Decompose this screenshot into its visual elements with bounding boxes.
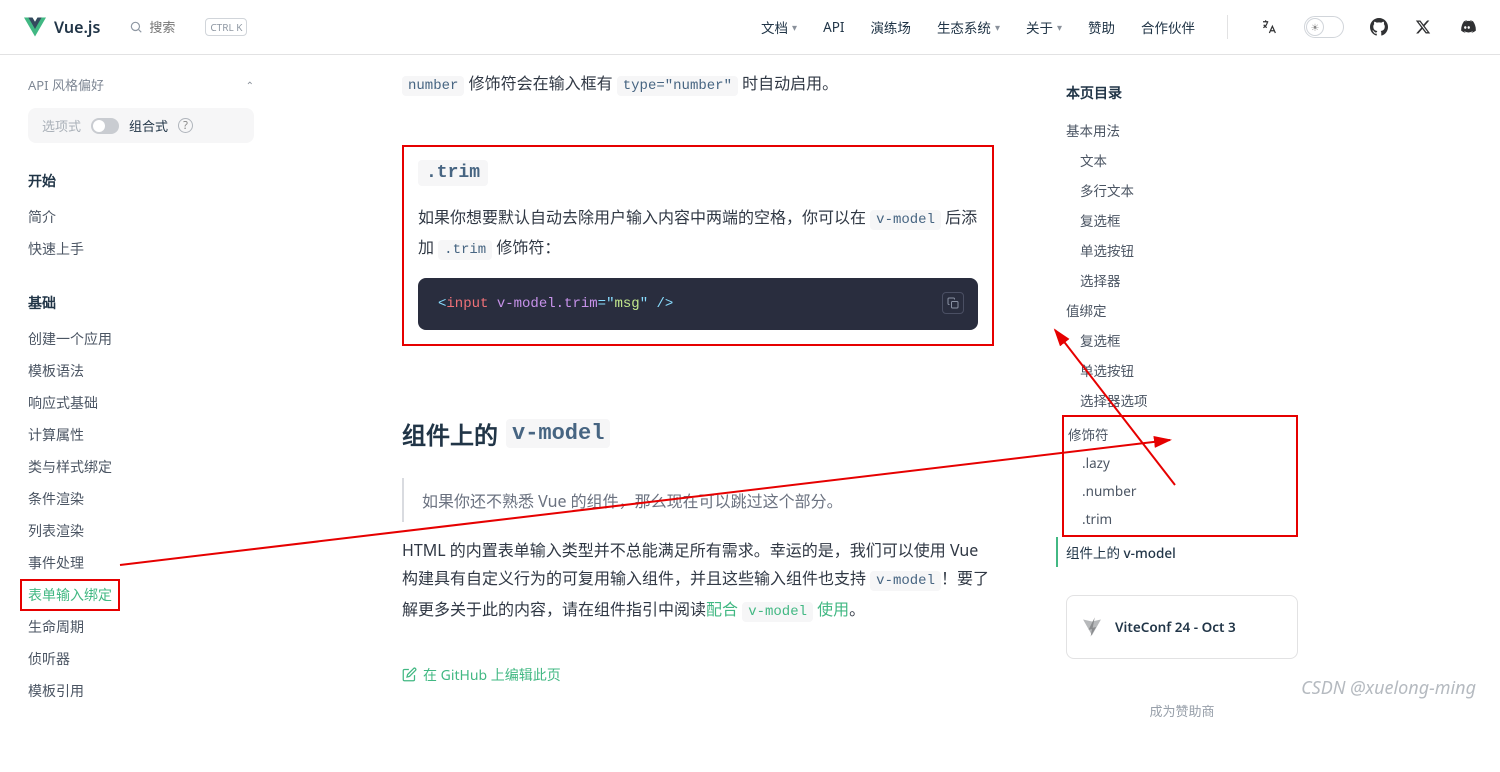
code-inline: type="number" xyxy=(617,76,738,96)
outline-link[interactable]: 选择器 xyxy=(1066,265,1298,295)
paragraph-number-modifier: number 修饰符会在输入框有 type="number" 时自动启用。 xyxy=(402,69,994,99)
paragraph-trim: 如果你想要默认自动去除用户输入内容中两端的空格，你可以在 v-model 后添加… xyxy=(418,203,978,263)
pref-composition-api[interactable]: 组合式 xyxy=(129,116,168,135)
api-preference-panel: 选项式 组合式 ? xyxy=(28,108,254,143)
outline-link[interactable]: 组件上的 v-model xyxy=(1056,537,1298,567)
nav-about[interactable]: 关于▾ xyxy=(1026,17,1062,37)
sidebar-item[interactable]: 类与样式绑定 xyxy=(28,451,254,483)
help-icon[interactable]: ? xyxy=(178,118,193,133)
code-inline: number xyxy=(402,76,464,96)
sidebar-item[interactable]: 事件处理 xyxy=(28,547,254,579)
nav-playground[interactable]: 演练场 xyxy=(870,17,911,37)
sidebar-item[interactable]: 列表渲染 xyxy=(28,515,254,547)
outline-link[interactable]: 值绑定 xyxy=(1066,295,1298,325)
outline-link[interactable]: 选择器选项 xyxy=(1066,385,1298,415)
heading-component-vmodel: 组件上的 v-model xyxy=(402,416,994,452)
outline-link[interactable]: .lazy xyxy=(1068,449,1292,477)
outline-link[interactable]: 基本用法 xyxy=(1066,115,1298,145)
code-block: <input v-model.trim="msg" /> xyxy=(418,278,978,330)
sidebar-item[interactable]: 条件渲染 xyxy=(28,483,254,515)
copy-icon[interactable] xyxy=(942,292,964,314)
code-inline: v-model xyxy=(506,419,610,448)
sidebar-item[interactable]: 生命周期 xyxy=(28,611,254,643)
annotation-box-trim: .trim 如果你想要默认自动去除用户输入内容中两端的空格，你可以在 v-mod… xyxy=(402,145,994,345)
content: number 修饰符会在输入框有 type="number" 时自动启用。 .t… xyxy=(282,55,1042,772)
sidebar: API 风格偏好 ⌃ 选项式 组合式 ? 开始 简介 快速上手 基础 创建一个应… xyxy=(0,55,282,714)
search-icon xyxy=(129,20,143,34)
nav-ecosystem[interactable]: 生态系统▾ xyxy=(937,17,1000,37)
code-inline: v-model xyxy=(870,210,941,230)
sun-icon: ☀ xyxy=(1306,18,1324,36)
header: Vue.js CTRL K 文档▾ API 演练场 生态系统▾ 关于▾ 赞助 合… xyxy=(0,0,1500,55)
sidebar-item[interactable]: 模板引用 xyxy=(28,675,254,707)
outline-link[interactable]: 复选框 xyxy=(1066,205,1298,235)
sidebar-item-form-binding[interactable]: 表单输入绑定 xyxy=(20,579,120,611)
vue-logo-icon xyxy=(24,16,46,38)
outline-link[interactable]: 单选按钮 xyxy=(1066,355,1298,385)
heading-trim: .trim xyxy=(418,160,488,186)
outline-link[interactable]: .number xyxy=(1068,477,1292,505)
nav-links: 文档▾ API 演练场 生态系统▾ 关于▾ 赞助 合作伙伴 ☀ xyxy=(761,15,1476,39)
chevron-down-icon: ▾ xyxy=(1057,20,1062,34)
sidebar-item[interactable]: 组件基础 xyxy=(28,707,254,714)
sidebar-item[interactable]: 简介 xyxy=(28,201,254,233)
outline-link[interactable]: 多行文本 xyxy=(1066,175,1298,205)
nav-api[interactable]: API xyxy=(823,18,844,36)
search[interactable]: CTRL K xyxy=(120,13,256,41)
annotation-box-outline: 修饰符.lazy.number.trim xyxy=(1062,415,1298,537)
search-input[interactable] xyxy=(149,20,199,35)
sidebar-item[interactable]: 响应式基础 xyxy=(28,387,254,419)
link-vmodel-usage[interactable]: 配合 v-model 使用 xyxy=(706,598,849,620)
edit-on-github[interactable]: 在 GitHub 上编辑此页 xyxy=(402,665,994,685)
pref-options-api[interactable]: 选项式 xyxy=(42,116,81,135)
sidebar-item[interactable]: 快速上手 xyxy=(28,233,254,265)
outline-link[interactable]: 单选按钮 xyxy=(1066,235,1298,265)
code-inline: v-model xyxy=(742,602,813,622)
search-kbd: CTRL K xyxy=(205,18,247,36)
outline-link[interactable]: .trim xyxy=(1068,505,1292,533)
nav-docs[interactable]: 文档▾ xyxy=(761,17,797,37)
x-twitter-icon[interactable] xyxy=(1414,18,1432,36)
sidebar-group-title: 基础 xyxy=(28,293,254,313)
promo-viteconf[interactable]: ViteConf 24 - Oct 3 xyxy=(1066,595,1298,659)
become-sponsor[interactable]: 成为赞助商 xyxy=(1066,677,1298,744)
translate-icon[interactable] xyxy=(1260,18,1278,36)
nav-partners[interactable]: 合作伙伴 xyxy=(1141,17,1195,37)
sidebar-item[interactable]: 创建一个应用 xyxy=(28,323,254,355)
pref-switch[interactable] xyxy=(91,118,119,134)
edit-icon xyxy=(402,667,417,682)
outline-link[interactable]: 复选框 xyxy=(1066,325,1298,355)
nav-sponsor[interactable]: 赞助 xyxy=(1088,17,1115,37)
brand-label: Vue.js xyxy=(54,16,100,38)
vite-icon xyxy=(1081,614,1103,640)
api-preference-toggle[interactable]: API 风格偏好 ⌃ xyxy=(28,75,254,94)
page-outline: 本页目录 基本用法文本多行文本复选框单选按钮选择器值绑定复选框单选按钮选择器选项… xyxy=(1042,55,1322,772)
github-icon[interactable] xyxy=(1370,18,1388,36)
sidebar-item[interactable]: 模板语法 xyxy=(28,355,254,387)
code-inline: v-model xyxy=(870,571,941,591)
discord-icon[interactable] xyxy=(1458,18,1476,36)
sidebar-group-title: 开始 xyxy=(28,171,254,191)
outline-title: 本页目录 xyxy=(1066,83,1298,103)
chevron-up-icon: ⌃ xyxy=(246,78,254,92)
code-inline: .trim xyxy=(438,240,492,260)
paragraph-component-vmodel: HTML 的内置表单输入类型并不总能满足所有需求。幸运的是，我们可以使用 Vue… xyxy=(402,536,994,625)
sidebar-item[interactable]: 计算属性 xyxy=(28,419,254,451)
brand[interactable]: Vue.js xyxy=(24,16,100,38)
outline-link[interactable]: 修饰符 xyxy=(1068,419,1292,449)
outline-link[interactable]: 文本 xyxy=(1066,145,1298,175)
chevron-down-icon: ▾ xyxy=(995,20,1000,34)
blockquote: 如果你还不熟悉 Vue 的组件，那么现在可以跳过这个部分。 xyxy=(402,478,994,522)
chevron-down-icon: ▾ xyxy=(792,20,797,34)
theme-toggle[interactable]: ☀ xyxy=(1304,16,1344,38)
sidebar-item[interactable]: 侦听器 xyxy=(28,643,254,675)
